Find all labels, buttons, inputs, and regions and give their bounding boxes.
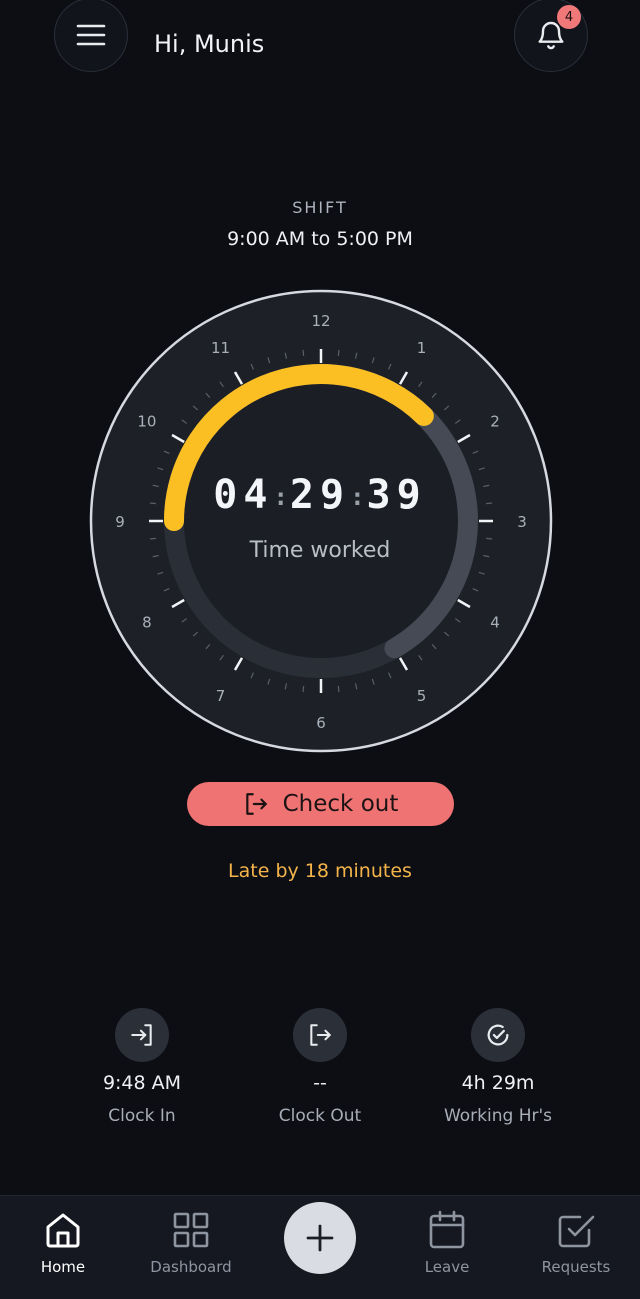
clock-out-label: Clock Out (278, 1106, 362, 1126)
nav-home[interactable]: Home (8, 1210, 118, 1276)
sign-out-icon (245, 793, 267, 815)
nav-dashboard[interactable]: Dashboard (136, 1210, 246, 1276)
inner-face (184, 384, 458, 658)
clock-number-1: 1 (417, 339, 427, 357)
timer-label: Time worked (249, 538, 391, 563)
shift-time: 9:00 AM to 5:00 PM (227, 228, 413, 250)
clock-out-stat: -- Clock Out (220, 1008, 420, 1126)
nav-leave-label: Leave (424, 1258, 470, 1276)
clock-dial: 121234567891011 (89, 289, 553, 753)
timer-seconds: 39 (366, 472, 427, 518)
timer-display: 04:29:39 (213, 472, 427, 518)
clock-number-5: 5 (417, 687, 427, 705)
clock-in-label: Clock In (108, 1106, 176, 1126)
home-icon (46, 1213, 80, 1248)
working-hours-value: 4h 29m (461, 1072, 535, 1094)
calendar-icon (429, 1210, 465, 1249)
working-hours-stat: 4h 29m Working Hr's (398, 1008, 598, 1126)
sign-in-icon (115, 1008, 169, 1062)
clock-in-stat: 9:48 AM Clock In (42, 1008, 242, 1126)
clock-number-6: 6 (316, 714, 326, 732)
plus-icon (306, 1224, 334, 1252)
add-button[interactable] (284, 1202, 356, 1274)
minute-tick (302, 349, 305, 356)
clock-number-10: 10 (137, 413, 156, 431)
sign-out-icon (293, 1008, 347, 1062)
working-hours-label: Working Hr's (443, 1106, 553, 1126)
check-out-button[interactable]: Check out (187, 782, 454, 826)
clock-in-value: 9:48 AM (102, 1072, 182, 1094)
timer-minutes: 29 (289, 472, 351, 518)
minute-tick (337, 349, 340, 356)
nav-requests[interactable]: Requests (521, 1210, 631, 1276)
clock-out-value: -- (313, 1072, 327, 1094)
notification-badge: 4 (557, 5, 581, 29)
hamburger-icon (76, 24, 106, 46)
grid-icon (173, 1212, 209, 1248)
nav-leave[interactable]: Leave (392, 1210, 502, 1276)
clock-number-11: 11 (211, 339, 230, 357)
timer-hours: 04 (213, 472, 274, 518)
late-status-text: Late by 18 minutes (228, 860, 412, 882)
greeting-text: Hi, Munis (154, 30, 265, 58)
clock-number-4: 4 (490, 614, 500, 632)
nav-requests-label: Requests (541, 1258, 611, 1276)
nav-dashboard-label: Dashboard (150, 1258, 232, 1276)
clock-number-8: 8 (142, 614, 152, 632)
clock-number-2: 2 (490, 413, 500, 431)
menu-button[interactable] (54, 0, 128, 72)
check-square-icon (558, 1215, 595, 1248)
check-out-label: Check out (282, 791, 399, 817)
notifications-button[interactable]: 4 (514, 0, 588, 72)
check-circle-icon (471, 1008, 525, 1062)
minute-tick (337, 686, 340, 693)
minute-tick (302, 686, 305, 693)
shift-label: SHIFT (292, 198, 348, 217)
nav-home-label: Home (40, 1258, 86, 1276)
clock-number-7: 7 (216, 687, 226, 705)
clock-number-12: 12 (311, 312, 330, 330)
